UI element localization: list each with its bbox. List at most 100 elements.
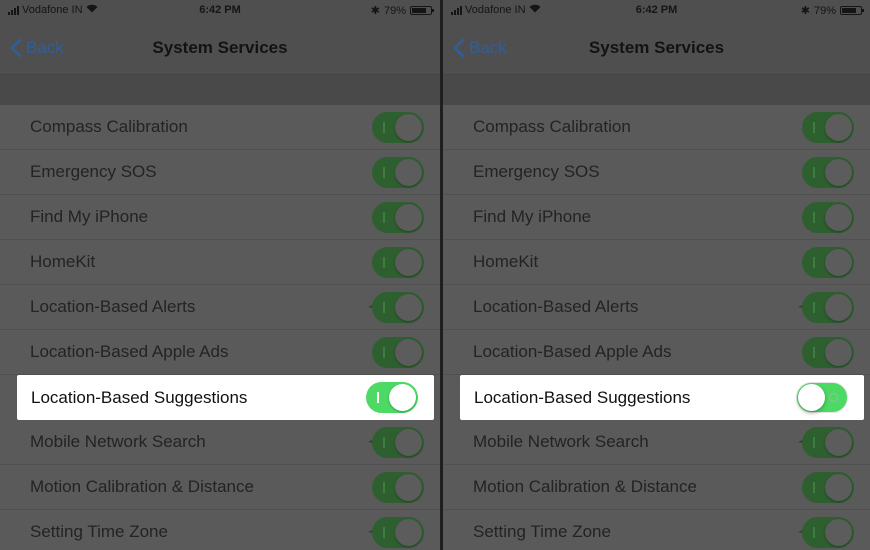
- settings-row-label: Setting Time Zone: [30, 522, 168, 541]
- settings-list: Compass Calibration Emergency SOS Find My …: [443, 105, 870, 550]
- settings-row-label: Mobile Network Search: [30, 432, 206, 451]
- toggle-on-indicator: [813, 212, 815, 223]
- settings-row-label: Motion Calibration & Distance: [30, 477, 254, 496]
- toggle-switch[interactable]: [796, 382, 848, 413]
- settings-row: Find My iPhone: [0, 195, 440, 240]
- phone-screen-left: Vodafone IN 6:42 PM ✱ 79% Back System Se…: [0, 0, 440, 550]
- settings-row: HomeKit: [0, 240, 440, 285]
- toggle-on-indicator: [813, 347, 815, 358]
- navigation-bar: Back System Services: [443, 20, 870, 74]
- settings-row: Compass Calibration: [443, 105, 870, 150]
- toggle-knob: [825, 204, 852, 231]
- toggle-on-indicator: [383, 437, 385, 448]
- battery-indicator: ✱ 79%: [371, 4, 434, 17]
- toggle-knob: [825, 294, 852, 321]
- settings-row: Mobile Network Search: [443, 420, 870, 465]
- toggle-switch[interactable]: [802, 292, 854, 323]
- toggle-switch[interactable]: [366, 382, 418, 413]
- toggle-switch[interactable]: [802, 157, 854, 188]
- toggle-knob: [825, 249, 852, 276]
- settings-row: Location-Based Alerts: [0, 285, 440, 330]
- toggle-on-indicator: [383, 257, 385, 268]
- toggle-switch[interactable]: [802, 472, 854, 503]
- section-header-spacer: [443, 74, 870, 105]
- toggle-switch[interactable]: [372, 337, 424, 368]
- settings-row-label: Setting Time Zone: [473, 522, 611, 541]
- settings-row: Compass Calibration: [0, 105, 440, 150]
- settings-row: Motion Calibration & Distance: [0, 465, 440, 510]
- toggle-on-indicator: [813, 122, 815, 133]
- toggle-knob: [395, 159, 422, 186]
- settings-row-label: Find My iPhone: [473, 207, 592, 226]
- page-title: System Services: [588, 38, 725, 57]
- settings-row-label: Motion Calibration & Distance: [473, 477, 697, 496]
- settings-row-label: Compass Calibration: [473, 117, 631, 136]
- settings-row: Motion Calibration & Distance: [443, 465, 870, 510]
- toggle-switch[interactable]: [802, 247, 854, 278]
- settings-row-label: HomeKit: [30, 252, 96, 271]
- settings-row: Location-Based Alerts: [443, 285, 870, 330]
- toggle-knob: [395, 429, 422, 456]
- battery-percent: 79%: [813, 4, 836, 17]
- toggle-on-indicator: [383, 527, 385, 538]
- settings-row-label: Mobile Network Search: [473, 432, 649, 451]
- settings-row: Location-Based Apple Ads: [443, 330, 870, 375]
- toggle-knob: [395, 294, 422, 321]
- toggle-on-indicator: [383, 347, 385, 358]
- battery-indicator: ✱ 79%: [801, 4, 864, 17]
- toggle-on-indicator: [813, 437, 815, 448]
- settings-row-label: Location-Based Suggestions: [474, 387, 691, 407]
- toggle-knob: [798, 384, 825, 411]
- section-header-spacer: [0, 74, 440, 105]
- settings-row-label: Compass Calibration: [30, 117, 188, 136]
- settings-row: Emergency SOS: [443, 150, 870, 195]
- toggle-knob: [395, 114, 422, 141]
- settings-row-label: Find My iPhone: [30, 207, 149, 226]
- settings-row-label: Location-Based Alerts: [30, 297, 196, 316]
- toggle-switch[interactable]: [802, 337, 854, 368]
- settings-row: Location-Based Apple Ads: [0, 330, 440, 375]
- settings-row: Mobile Network Search: [0, 420, 440, 465]
- settings-row-label: Location-Based Apple Ads: [473, 342, 672, 361]
- settings-row-label: Emergency SOS: [30, 162, 157, 181]
- settings-list: Compass Calibration Emergency SOS Find My …: [0, 105, 440, 550]
- toggle-switch[interactable]: [802, 202, 854, 233]
- toggle-knob: [395, 249, 422, 276]
- settings-row-label: Emergency SOS: [473, 162, 600, 181]
- toggle-switch[interactable]: [372, 517, 424, 548]
- toggle-knob: [825, 474, 852, 501]
- toggle-on-indicator: [813, 482, 815, 493]
- settings-row-label: HomeKit: [473, 252, 539, 271]
- toggle-knob: [395, 339, 422, 366]
- toggle-switch[interactable]: [372, 157, 424, 188]
- toggle-switch[interactable]: [372, 202, 424, 233]
- toggle-switch[interactable]: [802, 112, 854, 143]
- settings-row-label: Location-Based Apple Ads: [30, 342, 229, 361]
- toggle-switch[interactable]: [372, 247, 424, 278]
- toggle-switch[interactable]: [802, 427, 854, 458]
- toggle-switch[interactable]: [802, 517, 854, 548]
- settings-row-label: Location-Based Alerts: [473, 297, 639, 316]
- toggle-on-indicator: [813, 167, 815, 178]
- navigation-bar: Back System Services: [0, 20, 440, 74]
- status-bar: Vodafone IN 6:42 PM ✱ 79%: [443, 0, 870, 20]
- toggle-on-indicator: [383, 122, 385, 133]
- toggle-knob: [825, 114, 852, 141]
- toggle-knob: [395, 204, 422, 231]
- settings-row: Emergency SOS: [0, 150, 440, 195]
- toggle-knob: [395, 519, 422, 546]
- toggle-knob: [825, 339, 852, 366]
- settings-row: Location-Based Suggestions: [17, 375, 434, 420]
- settings-row: Setting Time Zone: [443, 510, 870, 550]
- screenshot-pair: Vodafone IN 6:42 PM ✱ 79% Back System Se…: [0, 0, 870, 550]
- toggle-switch[interactable]: [372, 472, 424, 503]
- toggle-knob: [389, 384, 416, 411]
- toggle-switch[interactable]: [372, 427, 424, 458]
- toggle-on-indicator: [377, 392, 379, 403]
- settings-row: HomeKit: [443, 240, 870, 285]
- toggle-on-indicator: [813, 257, 815, 268]
- toggle-knob: [825, 429, 852, 456]
- toggle-switch[interactable]: [372, 112, 424, 143]
- toggle-knob: [825, 159, 852, 186]
- toggle-switch[interactable]: [372, 292, 424, 323]
